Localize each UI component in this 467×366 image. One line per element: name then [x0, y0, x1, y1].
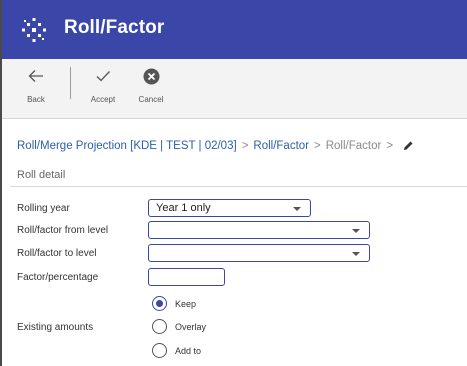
dropdown-caret-icon [352, 229, 360, 233]
breadcrumb-current: Roll/Factor [325, 140, 382, 152]
checkmark-icon [85, 65, 121, 87]
breadcrumb-separator: > [314, 140, 321, 152]
factor-input[interactable] [148, 268, 225, 286]
breadcrumb-separator: > [386, 140, 394, 152]
to-level-label: Roll/factor to level [17, 248, 97, 259]
dropdown-caret-icon [293, 207, 301, 211]
window-frame: Roll/Factor Back Accept Cancel Roll/Merg… [0, 0, 467, 366]
to-level-select[interactable] [148, 244, 370, 262]
radio-overlay-label: Overlay [175, 322, 207, 332]
radio-keep-label: Keep [175, 299, 197, 309]
app-title: Roll/Factor [64, 17, 165, 38]
breadcrumb-separator: > [241, 140, 249, 152]
from-level-label: Roll/factor from level [17, 225, 109, 236]
breadcrumb: Roll/Merge Projection [KDE | TEST | 02/0… [17, 140, 414, 152]
toolbar: Back Accept Cancel [2, 59, 467, 119]
rolling-year-value: Year 1 only [156, 202, 211, 214]
back-label: Back [27, 95, 45, 104]
section-title: Roll detail [17, 169, 66, 181]
app-logo-icon [22, 18, 46, 42]
rolling-year-label: Rolling year [17, 203, 70, 214]
rolling-year-select[interactable]: Year 1 only [148, 199, 311, 217]
cancel-button[interactable]: Cancel [131, 59, 171, 119]
factor-label: Factor/percentage [17, 272, 99, 283]
breadcrumb-link-projection[interactable]: Roll/Merge Projection [KDE | TEST | 02/0… [17, 140, 237, 152]
section-divider [10, 186, 467, 187]
toolbar-separator [70, 67, 71, 99]
dropdown-caret-icon [352, 252, 360, 256]
cancel-label: Cancel [138, 95, 164, 104]
radio-add-to-label: Add to [175, 346, 202, 356]
cancel-x-circle-icon [131, 65, 171, 87]
back-button[interactable]: Back [20, 59, 52, 119]
radio-overlay[interactable] [152, 319, 167, 334]
existing-amounts-label: Existing amounts [17, 322, 94, 333]
app-header: Roll/Factor [2, 0, 467, 59]
from-level-select[interactable] [148, 221, 370, 239]
back-arrow-icon [20, 65, 52, 87]
accept-button[interactable]: Accept [85, 59, 121, 119]
breadcrumb-link-roll-factor[interactable]: Roll/Factor [253, 140, 309, 152]
radio-keep[interactable] [152, 296, 167, 311]
radio-add-to[interactable] [152, 343, 167, 358]
pencil-edit-icon[interactable] [403, 140, 414, 151]
accept-label: Accept [90, 95, 116, 104]
